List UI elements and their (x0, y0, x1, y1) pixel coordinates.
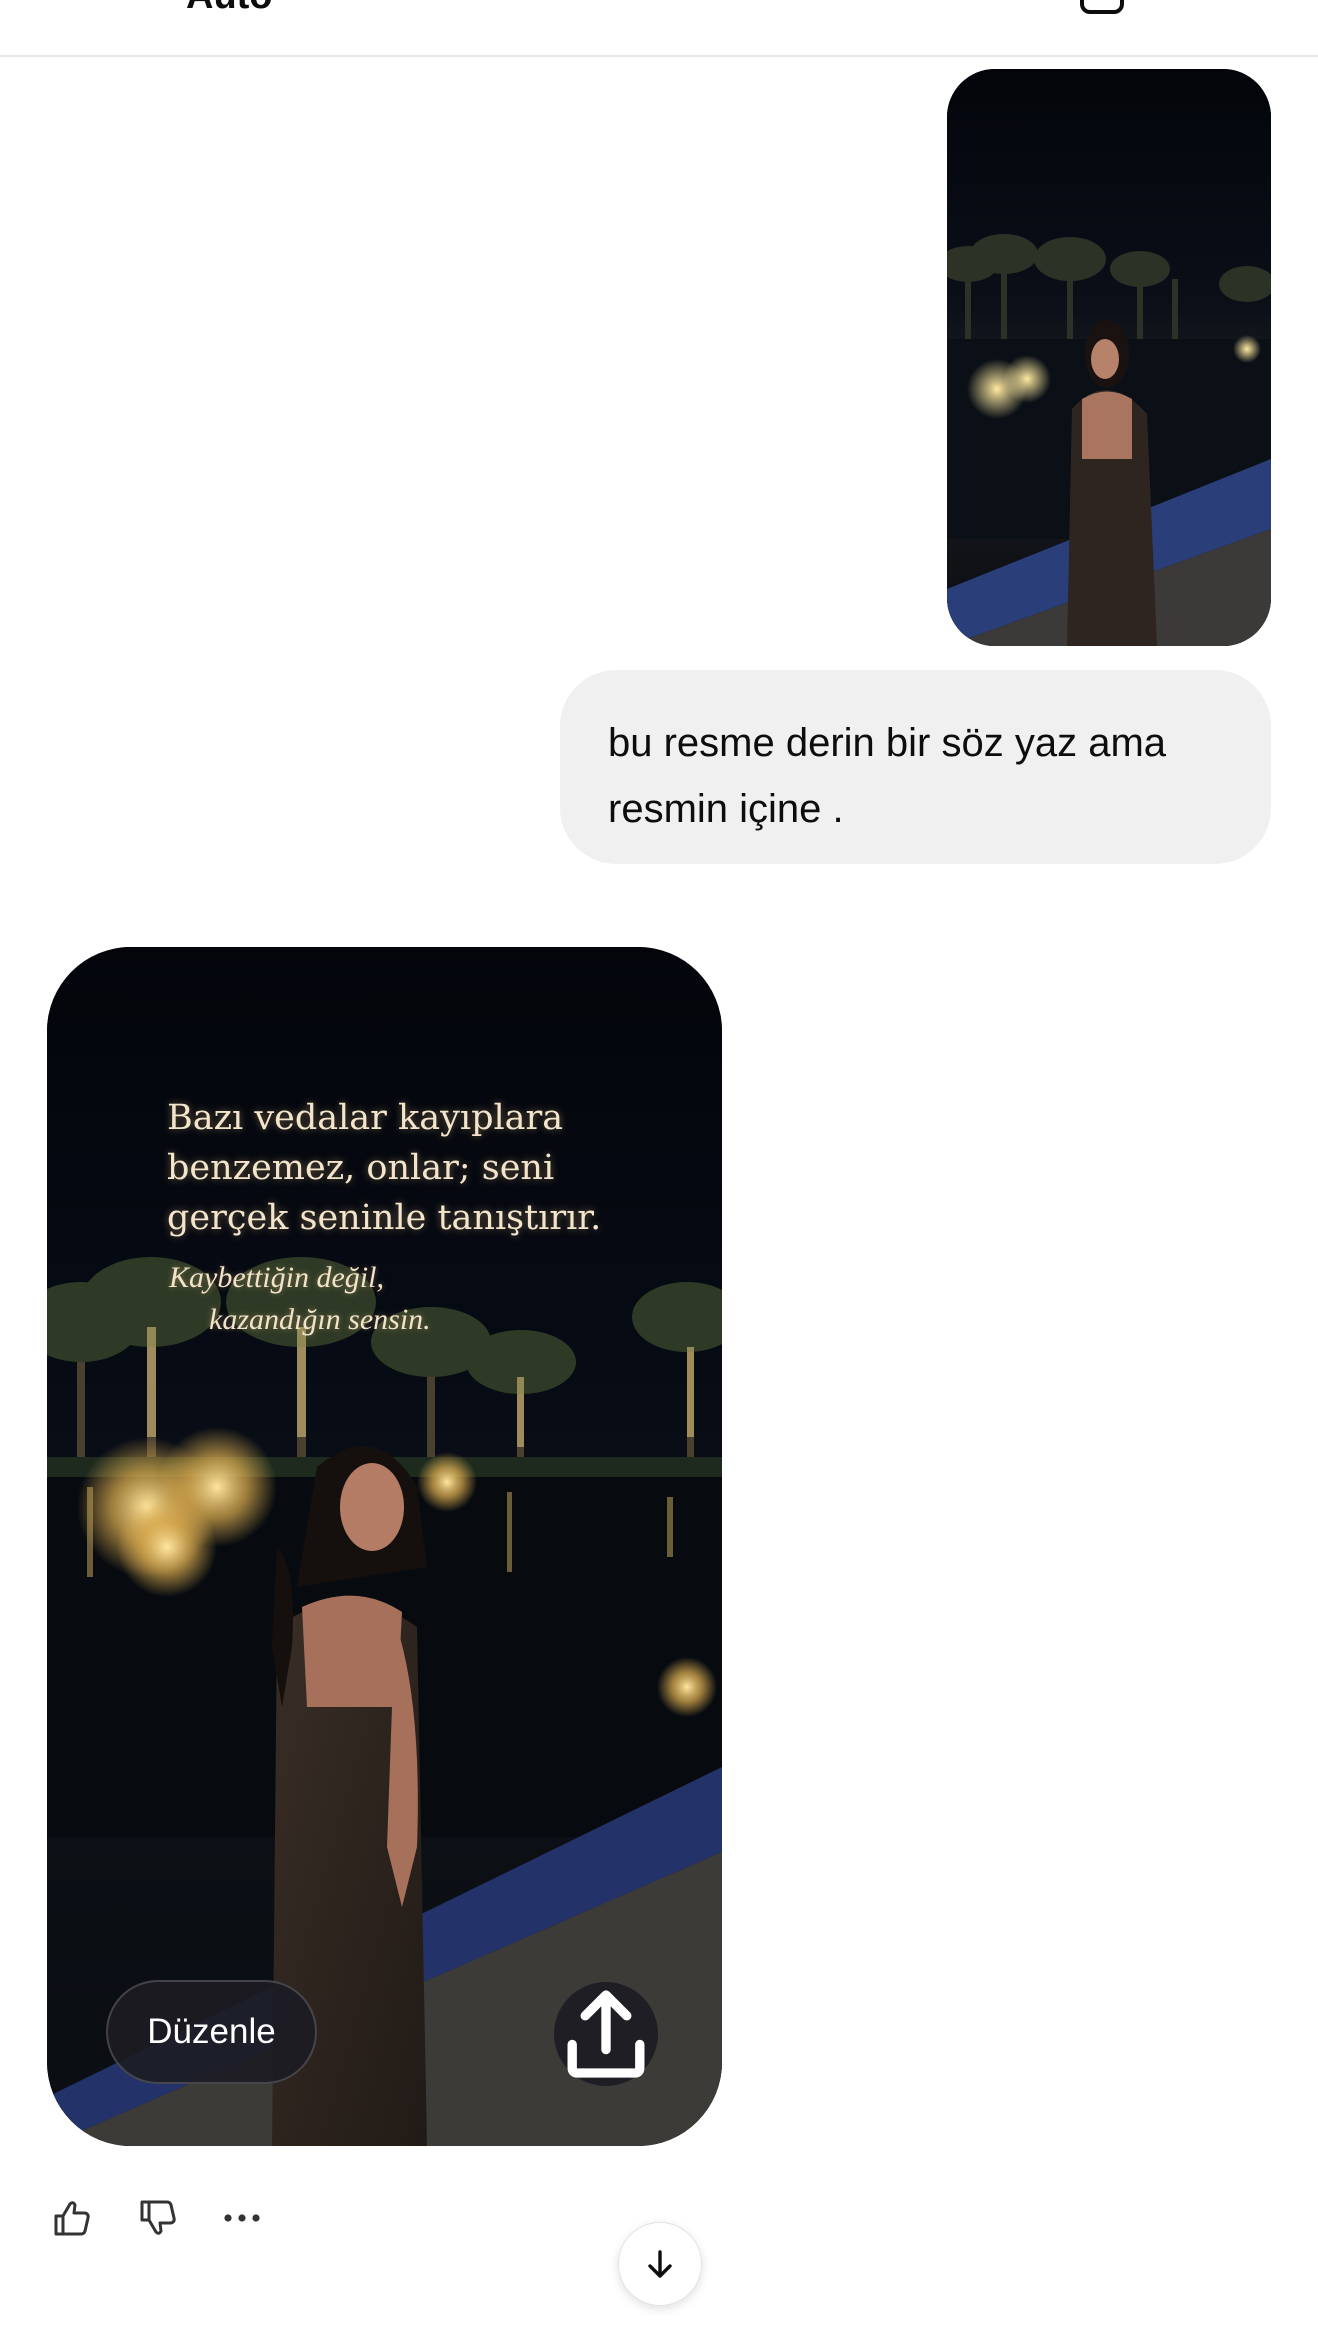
quote-line: benzemez, onlar; seni (167, 1148, 555, 1188)
edit-image-button[interactable]: Düzenle (106, 1980, 317, 2084)
scroll-to-bottom-button[interactable] (618, 2222, 702, 2306)
arrow-down-icon (648, 2250, 672, 2278)
chat-screen: Auto (0, 0, 1318, 2346)
thumbs-up-icon[interactable] (50, 2196, 94, 2240)
hamburger-menu-icon[interactable] (62, 0, 92, 4)
image-quote-subtext: Kaybettiğin değil, kazandığın sensin. (169, 1257, 529, 1341)
model-selector[interactable]: Auto (186, 0, 273, 15)
more-dots-icon[interactable] (220, 2196, 264, 2240)
quote-sub-line: kazandığın sensin. (209, 1303, 431, 1336)
quote-line: gerçek seninle tanıştırır. (167, 1198, 602, 1238)
image-quote-text: Bazı vedalar kayıplara benzemez, onlar; … (167, 1093, 647, 1243)
top-bar: Auto (0, 0, 1318, 57)
quote-line: Bazı vedalar kayıplara (167, 1098, 564, 1138)
user-message-bubble: bu resme derin bir söz yaz ama resmin iç… (560, 670, 1271, 864)
thumbs-down-icon[interactable] (136, 2196, 180, 2240)
user-uploaded-image[interactable] (947, 69, 1271, 646)
new-chat-icon[interactable] (1080, 0, 1124, 14)
quote-sub-line: Kaybettiğin değil, (169, 1261, 384, 1294)
share-upload-icon (567, 1990, 645, 2078)
share-button[interactable] (554, 1982, 658, 2086)
generated-image[interactable]: Bazı vedalar kayıplara benzemez, onlar; … (47, 947, 722, 2146)
